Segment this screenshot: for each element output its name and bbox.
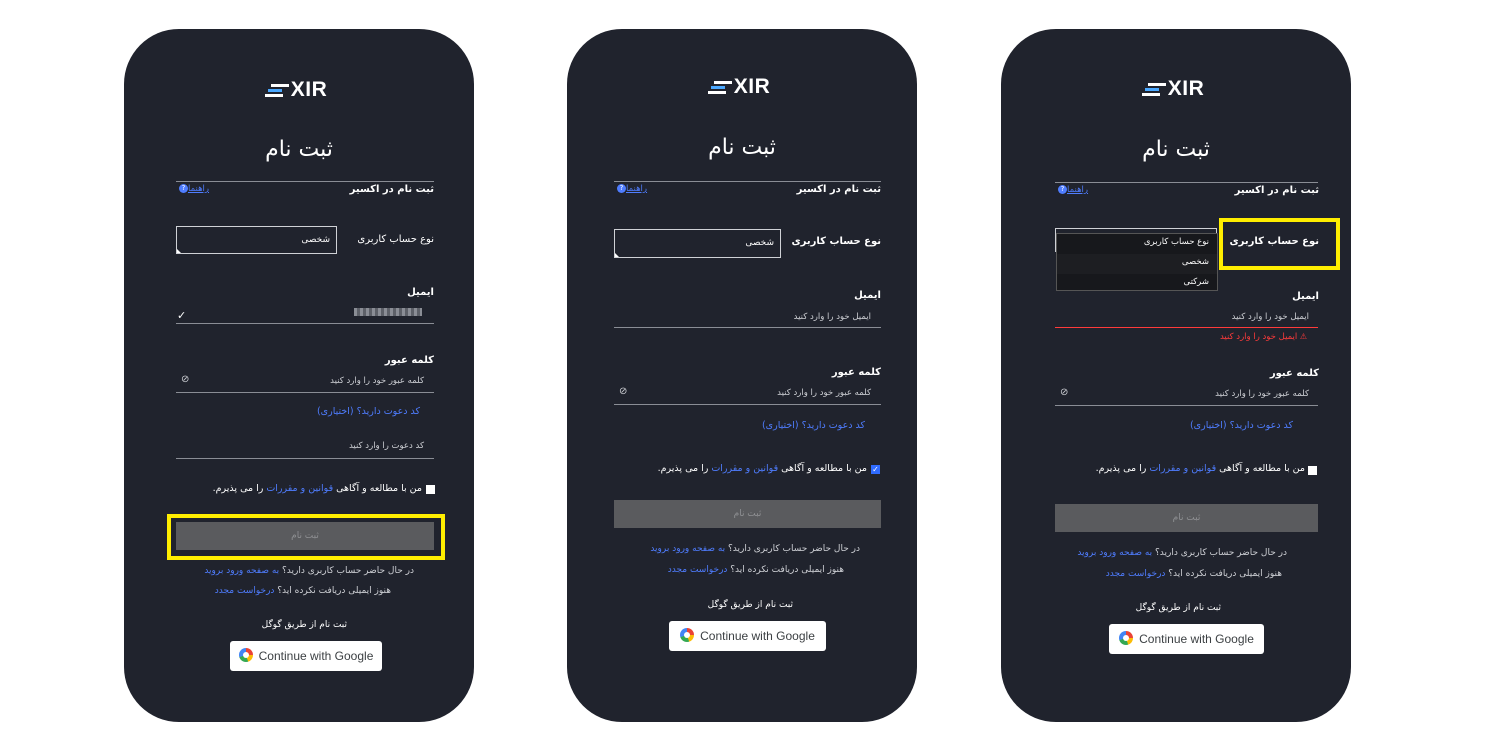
resend-link[interactable]: درخواست مجدد [1106,569,1166,579]
terms-link[interactable]: قوانین و مقررات [266,483,333,494]
exir-logo: XIR [124,78,474,102]
warning-icon: ⚠ [1297,332,1307,341]
invite-code-toggle[interactable]: کد دعوت دارید؟ (اختیاری) [762,420,865,431]
phone-screen-2: XIR ثبت نام ثبت نام در اکسیر ? راهنما نوع… [567,29,917,722]
exir-logo: XIR [567,75,917,99]
help-link[interactable]: ? راهنما [176,184,209,194]
invite-underline [176,458,434,459]
email-value-blurred [354,308,422,316]
terms-link[interactable]: قوانین و مقررات [711,463,778,474]
terms-checkbox[interactable]: ✓ [871,465,880,474]
phone-screen-3: XIR ثبت نام ثبت نام در اکسیر ? راهنما نوع… [1001,29,1351,722]
divider [1055,182,1318,183]
password-input[interactable]: کلمه عبور خود را وارد کنید [777,388,871,398]
highlight-submit [167,514,445,560]
eye-off-icon[interactable]: ⊘ [619,386,627,397]
password-underline [1055,405,1318,406]
login-link[interactable]: به صفحه ورود بروید [650,544,725,554]
exir-logo: XIR [1001,77,1351,101]
dropdown-option-company[interactable]: شرکتی [1057,274,1217,294]
google-signin-button[interactable]: Continue with Google [669,621,826,651]
check-icon: ✓ [177,309,187,322]
login-prompt: در حال حاضر حساب کاربری دارید؟ به صفحه و… [204,566,414,576]
invite-code-toggle[interactable]: کد دعوت دارید؟ (اختیاری) [317,406,420,417]
phone-screen-1: XIR ثبت نام ثبت نام در اکسیر ? راهنما نوع… [124,29,474,722]
question-icon: ? [617,184,626,193]
terms-checkbox[interactable] [426,485,435,494]
question-icon: ? [1058,185,1067,194]
google-signin-button[interactable]: Continue with Google [230,641,382,671]
login-link[interactable]: به صفحه ورود بروید [1077,548,1152,558]
google-signin-button[interactable]: Continue with Google [1109,624,1264,654]
dropdown-option-placeholder[interactable]: نوع حساب کاربری [1057,234,1217,254]
divider [614,181,881,182]
resend-link[interactable]: درخواست مجدد [668,565,728,575]
email-label: ایمیل [407,287,434,298]
question-icon: ? [179,184,188,193]
page-title: ثبت نام [708,135,776,160]
email-label: ایمیل [854,290,881,301]
eye-off-icon[interactable]: ⊘ [181,374,189,385]
highlight-account-type [1219,218,1340,270]
password-input[interactable]: کلمه عبور خود را وارد کنید [330,376,424,386]
password-label: کلمه عبور [831,367,881,378]
account-type-dropdown[interactable]: نوع حساب کاربری شخصی شرکتی [1056,233,1218,291]
submit-button[interactable]: ثبت نام [1055,504,1318,532]
password-underline [176,392,434,393]
google-section-label: ثبت نام از طریق گوگل [707,600,793,610]
resend-prompt: هنوز ایمیلی دریافت نکرده اید؟ درخواست مج… [667,565,844,575]
select-corner-icon [615,253,619,257]
login-prompt: در حال حاضر حساب کاربری دارید؟ به صفحه و… [1077,548,1287,558]
email-input[interactable]: ایمیل خود را وارد کنید [1232,312,1309,322]
terms-text: من با مطالعه و آگاهی قوانین و مقررات را … [212,483,422,494]
login-prompt: در حال حاضر حساب کاربری دارید؟ به صفحه و… [650,544,860,554]
email-label: ایمیل [1292,291,1319,302]
google-section-label: ثبت نام از طریق گوگل [1135,603,1221,613]
email-input[interactable]: ایمیل خود را وارد کنید [794,312,871,322]
page-title: ثبت نام [265,137,333,162]
select-corner-icon [177,249,181,253]
divider [176,181,434,182]
account-type-select[interactable]: شخصی [176,226,337,254]
password-label: کلمه عبور [384,355,434,366]
logo-bars-icon [707,79,732,96]
eye-off-icon[interactable]: ⊘ [1060,387,1068,398]
submit-button[interactable]: ثبت نام [614,500,881,528]
logo-bars-icon [264,82,289,99]
section-title: ثبت نام در اکسیر [1234,185,1319,196]
account-type-label: نوع حساب کاربری [357,234,434,245]
help-link[interactable]: ? راهنما [1055,185,1088,195]
page-title: ثبت نام [1142,137,1210,162]
google-icon [680,628,695,642]
terms-text: من با مطالعه و آگاهی قوانین و مقررات را … [1095,463,1305,474]
email-error-text: ⚠ ایمیل خود را وارد کنید [1219,332,1307,342]
dropdown-option-personal[interactable]: شخصی [1057,254,1217,274]
resend-prompt: هنوز ایمیلی دریافت نکرده اید؟ درخواست مج… [214,586,391,596]
terms-checkbox[interactable] [1308,466,1317,475]
terms-text: من با مطالعه و آگاهی قوانین و مقررات را … [657,463,867,474]
email-underline [176,323,434,324]
account-type-select[interactable]: شخصی [614,229,781,258]
password-input[interactable]: کلمه عبور خود را وارد کنید [1215,389,1309,399]
terms-link[interactable]: قوانین و مقررات [1149,463,1216,474]
account-type-label: نوع حساب کاربری [791,236,881,247]
section-title: ثبت نام در اکسیر [349,184,434,195]
invite-input[interactable]: کد دعوت را وارد کنید [349,441,424,451]
resend-link[interactable]: درخواست مجدد [215,586,275,596]
logo-bars-icon [1141,81,1166,98]
help-link[interactable]: ? راهنما [614,184,647,194]
password-label: کلمه عبور [1269,368,1319,379]
email-error-underline [1055,327,1318,328]
password-underline [614,404,881,405]
login-link[interactable]: به صفحه ورود بروید [204,566,279,576]
section-title: ثبت نام در اکسیر [796,184,881,195]
resend-prompt: هنوز ایمیلی دریافت نکرده اید؟ درخواست مج… [1105,569,1282,579]
google-section-label: ثبت نام از طریق گوگل [261,620,347,630]
email-underline [614,327,881,328]
invite-code-toggle[interactable]: کد دعوت دارید؟ (اختیاری) [1190,420,1293,431]
google-icon [1119,631,1134,645]
google-icon [238,648,253,662]
